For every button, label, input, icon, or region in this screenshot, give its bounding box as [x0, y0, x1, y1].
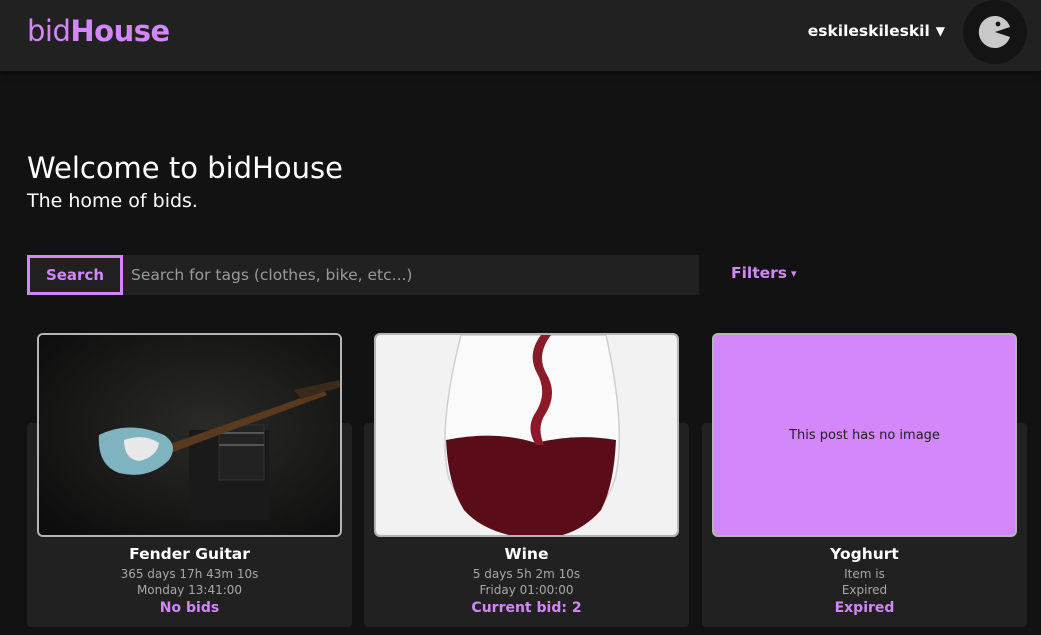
card-title: Yoghurt	[830, 545, 899, 563]
search-input[interactable]	[123, 255, 699, 295]
filters-dropdown[interactable]: Filters ▾	[731, 264, 797, 282]
no-image-text: This post has no image	[789, 427, 940, 443]
logo-light-text: bid	[27, 14, 71, 48]
card-bid-status: No bids	[159, 600, 220, 616]
avatar[interactable]	[963, 0, 1027, 64]
card-title: Fender Guitar	[129, 545, 250, 563]
card-end-time: Friday 01:00:00	[479, 583, 574, 597]
guitar-image[interactable]	[37, 333, 342, 537]
user-menu[interactable]: eskileskileskil ▼	[808, 22, 945, 40]
card-status-line: Expired	[841, 583, 888, 597]
page-title: Welcome to bidHouse	[27, 151, 343, 185]
username: eskileskileskil	[807, 22, 930, 40]
avatar-icon	[978, 16, 1010, 48]
wine-photo	[376, 335, 677, 535]
guitar-photo	[39, 335, 340, 535]
search-button[interactable]: Search	[27, 255, 123, 295]
wine-image[interactable]	[374, 333, 679, 537]
card-time-remaining: 5 days 5h 2m 10s	[472, 567, 581, 581]
card-bid-status: Current bid: 2	[471, 600, 582, 616]
top-navbar: bidHouse eskileskileskil ▼	[0, 0, 1041, 71]
no-image-placeholder[interactable]: This post has no image	[712, 333, 1017, 537]
card-title: Wine	[504, 545, 549, 563]
filters-label: Filters	[731, 264, 788, 282]
logo-bold-text: House	[70, 14, 170, 48]
card-status-line: Item is	[844, 567, 885, 581]
chevron-down-icon: ▼	[935, 24, 945, 38]
page-subtitle: The home of bids.	[27, 190, 198, 212]
card-end-time: Monday 13:41:00	[136, 583, 243, 597]
app-logo[interactable]: bidHouse	[27, 14, 170, 48]
card-time-remaining: 365 days 17h 43m 10s	[120, 567, 259, 581]
caret-down-icon: ▾	[791, 266, 797, 280]
card-bid-status: Expired	[834, 600, 895, 616]
